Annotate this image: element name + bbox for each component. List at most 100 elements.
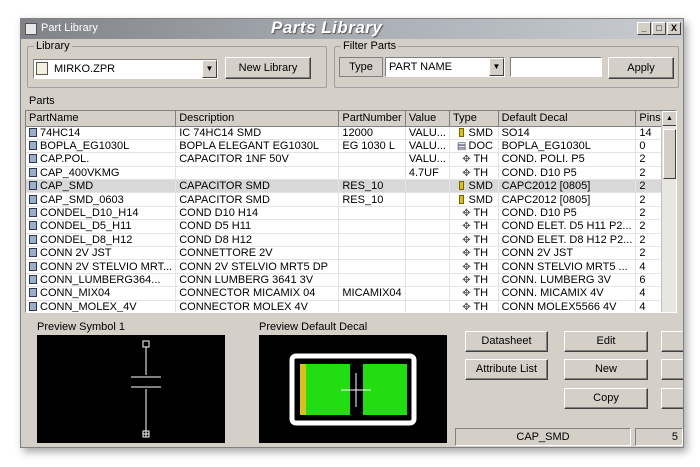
cell-desc: COND D5 H11 [179, 220, 252, 233]
table-row[interactable]: CONN 2V STELVIO MRT... CONN 2V STELVIO MR… [26, 259, 676, 274]
smd-chip-icon [455, 127, 469, 139]
column-header[interactable]: Value [405, 111, 450, 127]
cell: RES_10 [338, 179, 406, 194]
table-row[interactable]: CONN_LUMBERG364... CONN LUMBERG 3641 3V ✥ T… [26, 273, 676, 288]
through-hole-icon: ✥ [462, 248, 471, 260]
side-button-3[interactable] [661, 388, 683, 409]
table-row[interactable]: CAP_400VKMG 4.7UF ✥ TH COND. D10 P5 2 [26, 166, 676, 181]
cell: COND D10 H14 [175, 206, 340, 221]
cell: CAPC2012 [0805] [498, 192, 637, 207]
vertical-scrollbar[interactable]: ▲ [661, 111, 676, 312]
cell: RES_10 [338, 192, 406, 207]
cell: CONN STELVIO MRT5 ... [498, 259, 637, 274]
title-bar[interactable]: Part Library Parts Library _ □ X [21, 18, 683, 39]
cell [338, 259, 406, 274]
cell-pins: 4 [639, 300, 646, 313]
table-row[interactable]: CONDEL_D5_H11 COND D5 H11 ✥ TH COND ELET. D5… [26, 219, 676, 234]
cell-decal: CONN. MICAMIX 4V [501, 287, 604, 300]
preview-symbol-label: Preview Symbol 1 [37, 321, 126, 333]
cell: 74HC14 [26, 126, 177, 140]
cell: CAPC2012 [0805] [498, 179, 637, 194]
column-header[interactable]: Type [449, 111, 499, 127]
cell: COND D8 H12 [175, 233, 340, 248]
column-header[interactable]: PartName [26, 111, 177, 127]
filter-value-input[interactable] [510, 57, 602, 77]
table-row[interactable]: CONDEL_D8_H12 COND D8 H12 ✥ TH COND ELET. D8… [26, 233, 676, 248]
cell: CAP_400VKMG [26, 166, 177, 181]
cell-type: SMD [468, 180, 493, 193]
smd-decal-icon [289, 353, 417, 426]
minimize-button[interactable]: _ [637, 22, 651, 35]
close-button[interactable]: X [667, 22, 681, 35]
table-row[interactable]: CAP_SMD_0603 CAPACITOR SMD RES_10 SMD CAPC20… [26, 192, 676, 207]
attribute-list-button[interactable]: Attribute List [465, 359, 548, 380]
cell-type: TH [473, 273, 489, 286]
cell: ▤ DOC [449, 139, 499, 154]
cell: CONN 2V JST [26, 246, 177, 261]
part-row-icon [29, 234, 37, 244]
cell: CONN LUMBERG 3641 3V [175, 273, 340, 288]
new-library-button[interactable]: New Library [225, 57, 311, 79]
cell: ✥ TH [449, 300, 499, 312]
capacitor-symbol-icon [131, 340, 161, 438]
cell: ✥ TH [449, 166, 499, 181]
cell: EG 1030 L [338, 139, 406, 154]
cell-pins: 2 [639, 153, 646, 166]
cell-name: CONDEL_D8_H12 [40, 233, 133, 246]
cell-type: DOC [468, 140, 493, 153]
book-icon [36, 62, 48, 75]
edit-button[interactable]: Edit [564, 331, 648, 352]
cell: BOPLA ELEGANT EG1030L [175, 139, 340, 154]
scroll-up-icon[interactable]: ▲ [662, 111, 676, 126]
cell: ✥ TH [449, 206, 499, 221]
chevron-down-icon[interactable]: ▼ [202, 60, 217, 78]
cell-pins: 2 [639, 233, 646, 246]
table-row[interactable]: CONDEL_D10_H14 COND D10 H14 ✥ TH COND. D10 P… [26, 206, 676, 221]
library-select[interactable]: MIRKO.ZPR ▼ [33, 59, 218, 79]
cell-decal: COND. POLI. P5 [501, 153, 585, 166]
column-header[interactable]: Default Decal [498, 111, 637, 127]
cell-pins: 2 [639, 166, 646, 179]
table-row[interactable]: CONN_MIX04 CONNECTOR MICAMIX 04 MICAMIX04 ✥… [26, 286, 676, 301]
cell-pins: 2 [639, 247, 646, 260]
cell: CAP.POL. [26, 152, 177, 167]
chevron-down-icon[interactable]: ▼ [489, 58, 504, 76]
table-row[interactable]: 74HC14 IC 74HC14 SMD 12000 VALU... SMD SO14 14 [26, 126, 676, 140]
cell: CONDEL_D5_H11 [26, 219, 177, 234]
preview-decal-canvas [259, 335, 447, 443]
maximize-button[interactable]: □ [652, 22, 666, 35]
cell-pins: 2 [639, 180, 646, 193]
cell-desc: CONN 2V STELVIO MRT5 DP [179, 260, 328, 273]
library-legend: Library [36, 40, 70, 52]
column-header[interactable]: PartNumber [338, 111, 406, 127]
cell: CONN 2V STELVIO MRT5 DP [175, 259, 340, 274]
cell-name: CONN 2V JST [40, 247, 112, 260]
cell [338, 152, 406, 167]
new-button[interactable]: New [564, 359, 648, 380]
datasheet-button[interactable]: Datasheet [465, 331, 548, 352]
part-row-icon [29, 141, 37, 151]
column-header[interactable]: Description [175, 111, 340, 127]
side-button-1[interactable] [661, 331, 683, 352]
copy-button[interactable]: Copy [564, 388, 648, 409]
table-row[interactable]: CAP_SMD CAPACITOR SMD RES_10 SMD CAPC2012 [0… [26, 179, 676, 194]
doc-icon: ▤ [456, 141, 467, 153]
cell-type: TH [473, 260, 489, 273]
cell: CAP_SMD_0603 [26, 192, 177, 207]
window-title: Parts Library [271, 18, 383, 37]
scroll-thumb[interactable] [663, 129, 676, 179]
side-button-2[interactable] [661, 359, 683, 380]
cell: MICAMIX04 [338, 286, 406, 301]
apply-button[interactable]: Apply [608, 57, 674, 79]
parts-table[interactable]: PartName Description PartNumber Value Type De… [25, 110, 677, 313]
cell-pn: 12000 [342, 126, 373, 139]
cell: CONNECTOR MOLEX 4V [175, 300, 340, 312]
cell: 12000 [338, 126, 406, 140]
table-row[interactable]: CONN 2V JST CONNETTORE 2V ✥ TH CONN 2V JST 2 [26, 246, 676, 261]
cell-name: CONDEL_D5_H11 [40, 220, 132, 233]
cell-desc: COND D8 H12 [179, 233, 252, 246]
table-row[interactable]: CAP.POL. CAPACITOR 1NF 50V VALU... ✥ TH COND.… [26, 152, 676, 167]
table-row[interactable]: BOPLA_EG1030L BOPLA ELEGANT EG1030L EG 103… [26, 139, 676, 154]
table-row[interactable]: CONN_MOLEX_4V CONNECTOR MOLEX 4V ✥ TH CONN M… [26, 300, 676, 313]
filter-type-select[interactable]: PART NAME ▼ [385, 57, 505, 77]
